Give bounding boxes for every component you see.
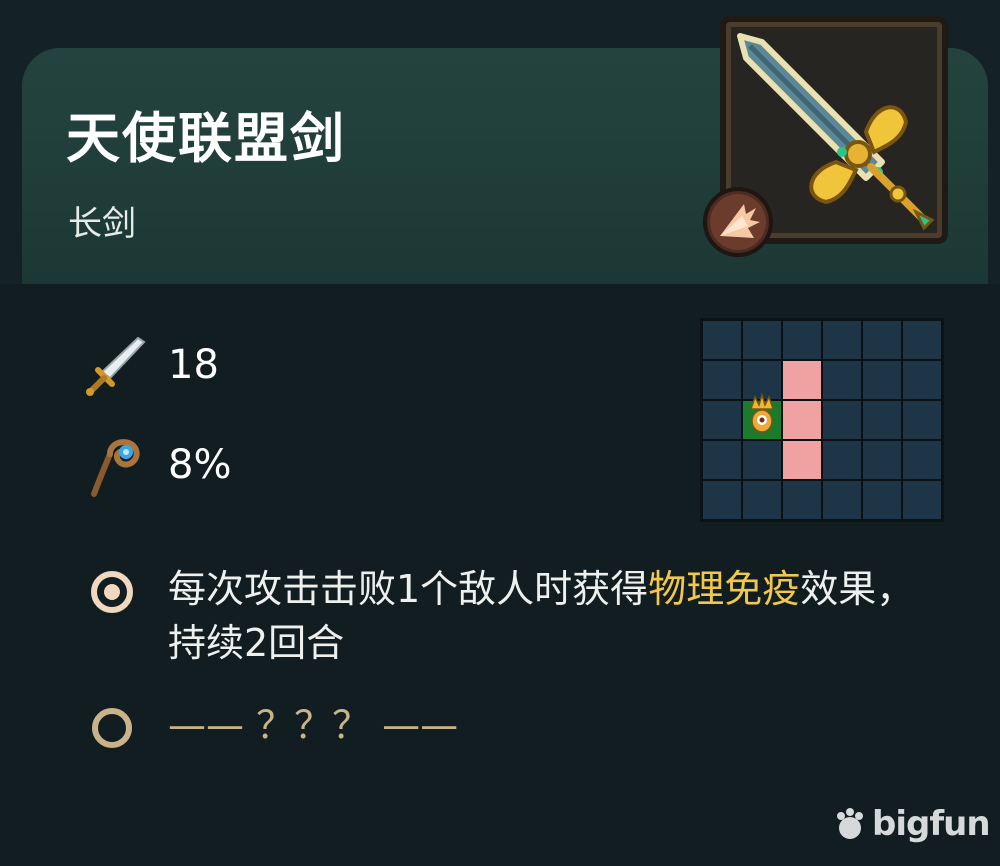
crit-staff-icon xyxy=(91,439,140,497)
grid-cell xyxy=(703,481,741,519)
grid-cell xyxy=(823,401,861,439)
grid-cell xyxy=(863,441,901,479)
attack-range-grid xyxy=(700,318,944,522)
grid-cell xyxy=(703,321,741,359)
grid-cell xyxy=(823,481,861,519)
grid-cell xyxy=(903,321,941,359)
item-name: 天使联盟剑 xyxy=(66,107,346,170)
grid-cell xyxy=(903,481,941,519)
grid-cell-hit xyxy=(783,401,821,439)
grid-cell xyxy=(823,321,861,359)
grid-cell xyxy=(743,321,781,359)
sword-attack-icon xyxy=(86,336,146,396)
grid-cell xyxy=(823,441,861,479)
effect-2: —— ？？？ —— xyxy=(90,698,928,752)
grid-cell xyxy=(783,321,821,359)
attack-stat: 18 xyxy=(80,330,219,400)
grid-cell-self xyxy=(743,392,781,439)
grid-cell xyxy=(903,401,941,439)
hero-marker-icon xyxy=(749,392,775,433)
item-type: 长剑 xyxy=(68,204,136,244)
crit-value: 8% xyxy=(168,442,232,488)
grid-cell xyxy=(863,481,901,519)
effect-1-text: 每次攻击击败1个敌人时获得物理免疫效果，持续2回合 xyxy=(168,567,915,665)
grid-cell xyxy=(703,441,741,479)
grid-cell xyxy=(863,401,901,439)
effect-1-highlight: 物理免疫 xyxy=(648,567,801,611)
grid-cell xyxy=(743,441,781,479)
grid-cell xyxy=(863,361,901,399)
effect-2-text: —— ？？？ —— xyxy=(168,703,459,747)
empty-ring-icon xyxy=(92,708,132,748)
grid-cell-hit xyxy=(783,361,821,399)
effect-1: 每次攻击击败1个敌人时获得物理免疫效果，持续2回合 xyxy=(90,562,928,670)
filled-ring-icon xyxy=(91,571,133,613)
grid-cell xyxy=(743,481,781,519)
grid-cell xyxy=(823,361,861,399)
grid-cell xyxy=(703,401,741,439)
watermark-text: bigfun xyxy=(872,804,991,844)
grid-cell xyxy=(783,481,821,519)
grid-cell xyxy=(903,361,941,399)
slash-burst-icon xyxy=(703,187,773,257)
paw-logo-icon xyxy=(837,808,863,839)
grid-cell-hit xyxy=(783,441,821,479)
attack-value: 18 xyxy=(168,342,219,388)
crit-stat: 8% xyxy=(80,430,231,500)
grid-cell xyxy=(863,321,901,359)
watermark: bigfun xyxy=(832,800,991,848)
grid-cell xyxy=(703,361,741,399)
grid-cell xyxy=(903,441,941,479)
